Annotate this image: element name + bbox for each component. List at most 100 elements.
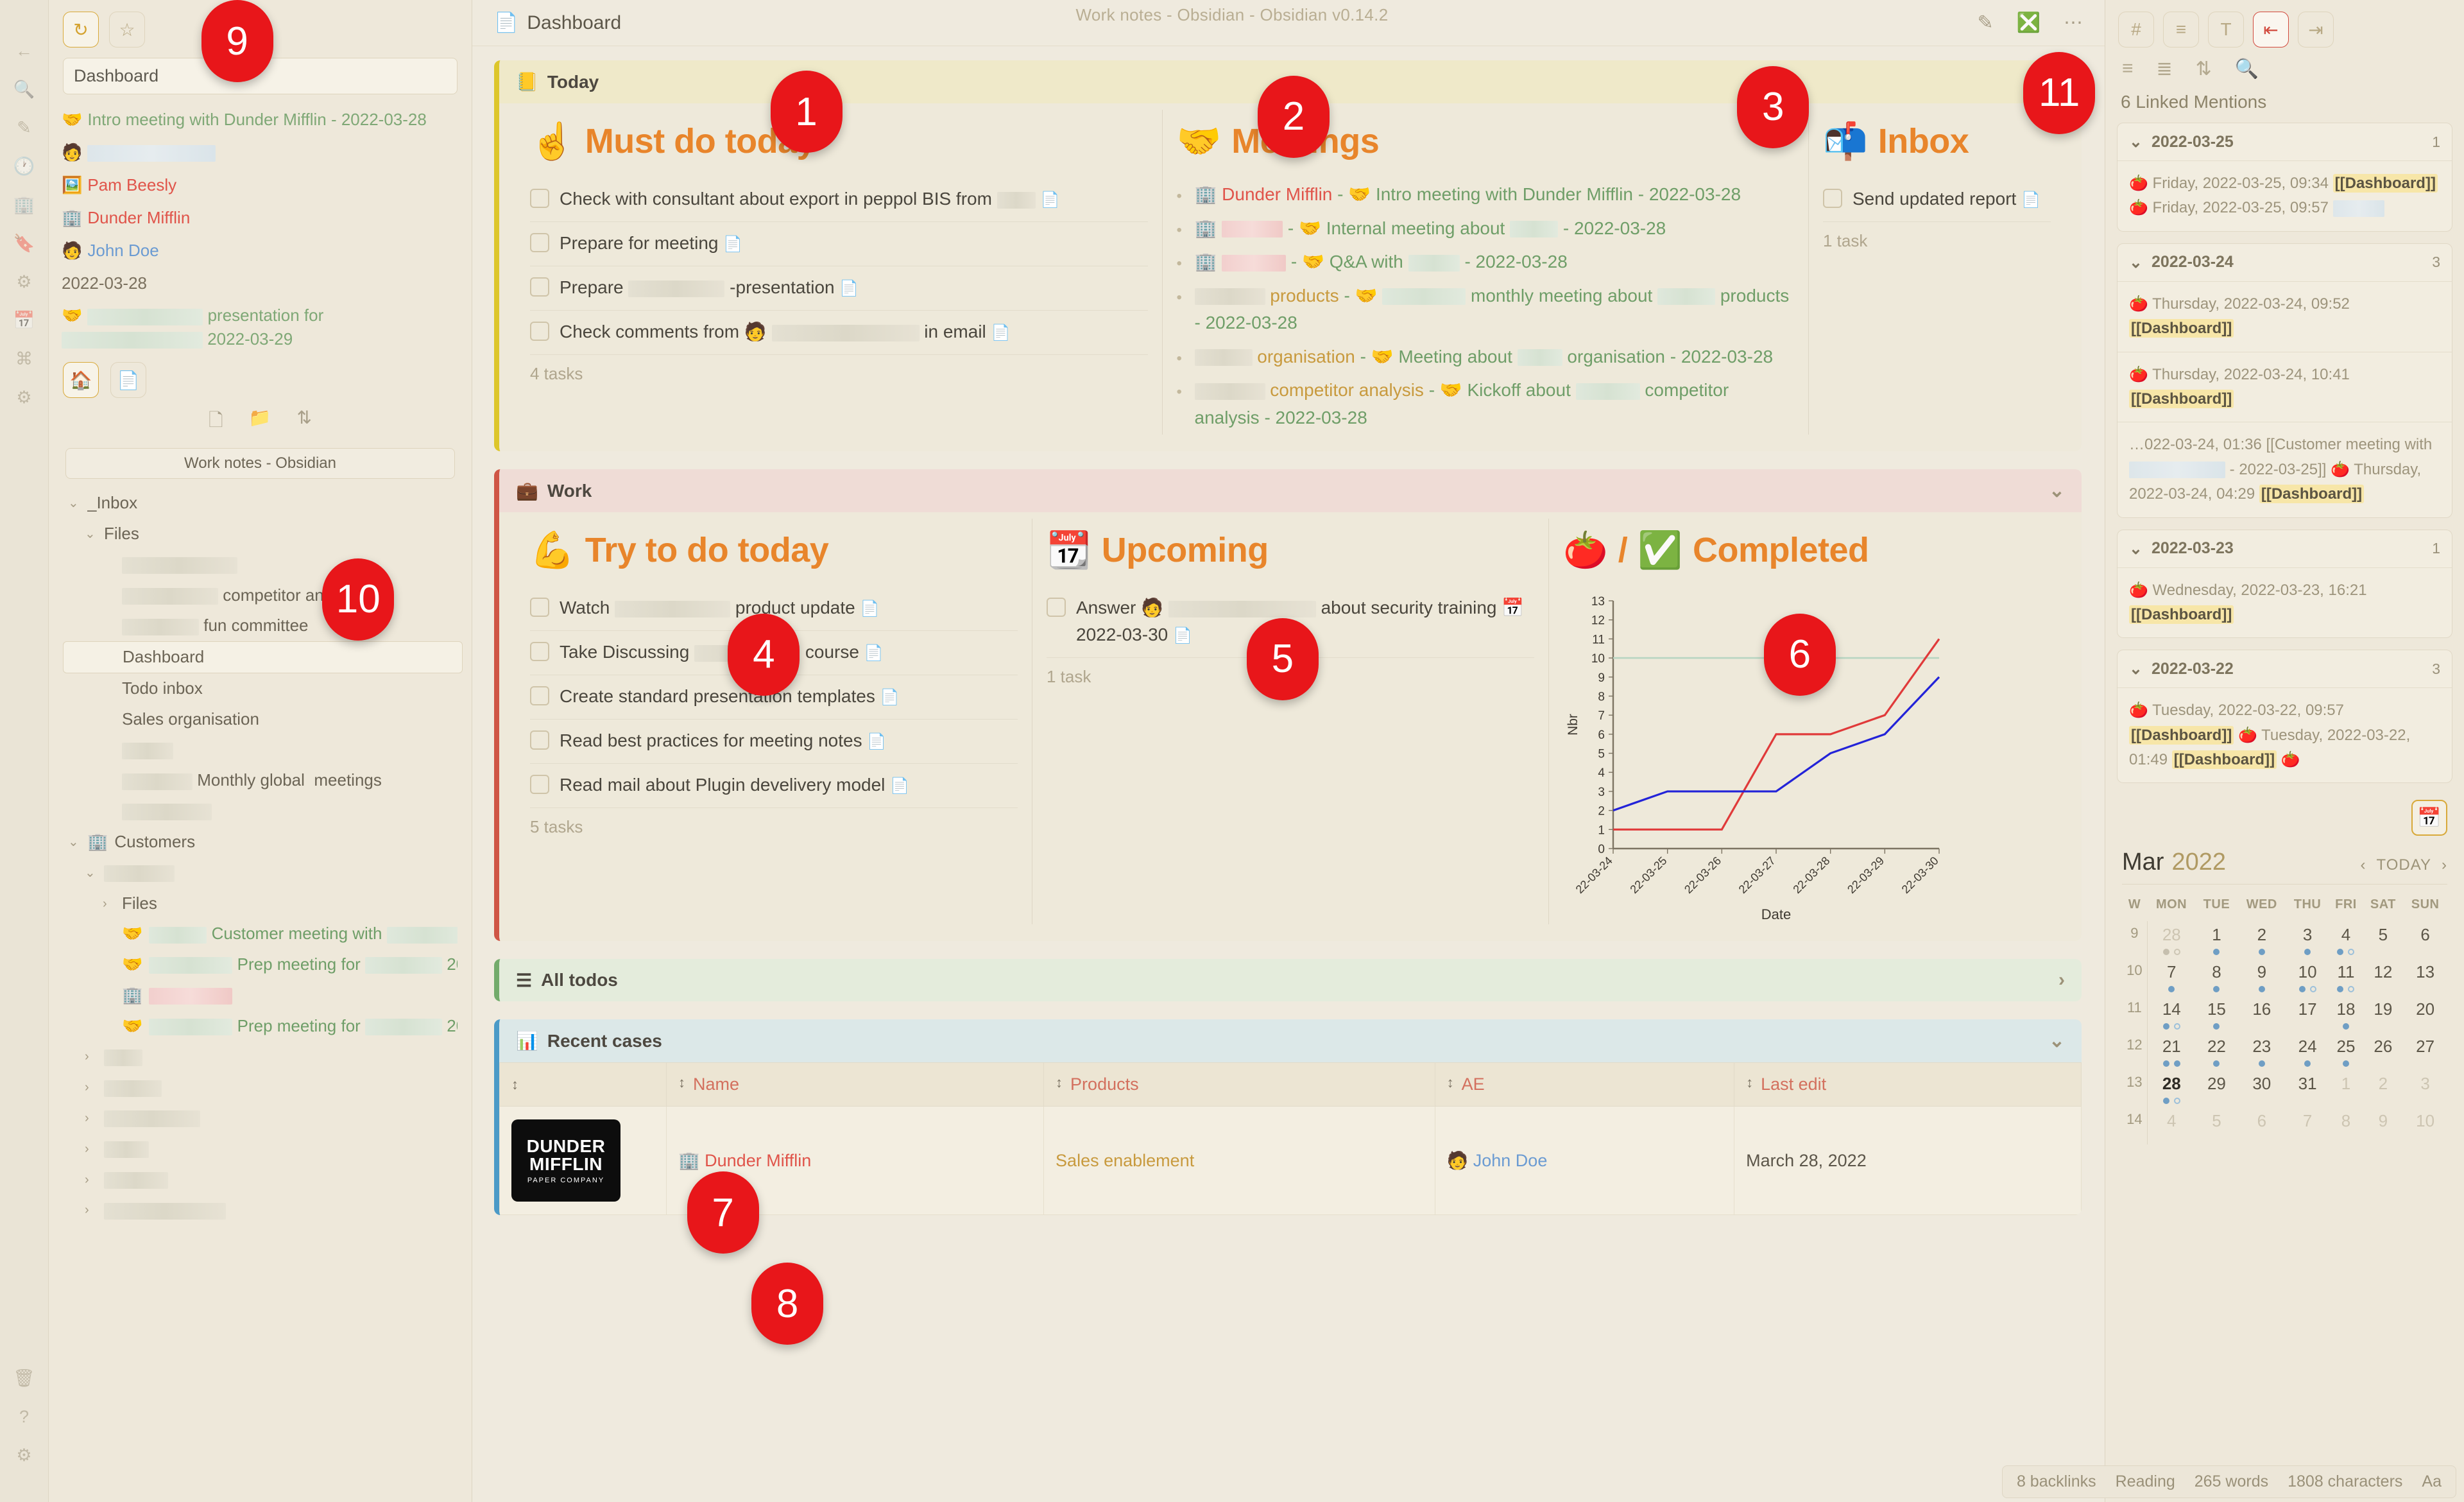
chevron-down-icon[interactable]: ⌄ bbox=[85, 865, 98, 881]
meeting-item[interactable]: • organisation - 🤝 Meeting about organis… bbox=[1177, 340, 1795, 374]
sort-icon[interactable]: ↕ bbox=[1447, 1075, 1454, 1091]
calendar-day[interactable]: 24 bbox=[2286, 1033, 2329, 1070]
new-note-icon[interactable]: 🗋 bbox=[209, 407, 223, 438]
calendar-day[interactable]: 5 bbox=[2196, 1107, 2237, 1144]
calendar-day[interactable]: 23 bbox=[2237, 1033, 2286, 1070]
meeting-link[interactable]: monthly meeting about bbox=[1471, 286, 1652, 306]
calendar-day[interactable]: 15 bbox=[2196, 996, 2237, 1033]
search-icon[interactable]: 🔍 bbox=[13, 78, 35, 100]
calendar-day[interactable]: 3 bbox=[2403, 1070, 2447, 1107]
chevron-down-icon[interactable]: ⌄ bbox=[2049, 1030, 2065, 1052]
chevron-down-icon[interactable]: ⌄ bbox=[85, 526, 98, 542]
task-checkbox[interactable] bbox=[530, 642, 549, 662]
mention-entry[interactable]: 🍅 Friday, 2022-03-25, 09:34 [[Dashboard]… bbox=[2118, 160, 2452, 231]
cell-ae[interactable]: 🧑 John Doe bbox=[1434, 1106, 1735, 1216]
file-tree-item[interactable]: Todo inbox bbox=[63, 673, 463, 704]
column-header[interactable]: ↕ Name bbox=[665, 1062, 1045, 1107]
trash-icon[interactable]: 🗑 bbox=[13, 1367, 35, 1389]
calendar-day[interactable]: 26 bbox=[2363, 1033, 2403, 1070]
chevron-right-icon[interactable]: › bbox=[85, 1171, 98, 1188]
calendar-day[interactable]: 12 bbox=[2363, 958, 2403, 996]
task-checkbox[interactable] bbox=[530, 730, 549, 750]
task-checkbox[interactable] bbox=[1823, 189, 1842, 208]
recent-file-item[interactable]: 🖼️ Pam Beesly bbox=[54, 169, 466, 202]
bookmark-icon[interactable]: 🔖 bbox=[13, 232, 35, 254]
column-header[interactable]: ↕ Last edit bbox=[1734, 1062, 2082, 1107]
sort-icon[interactable]: ↕ bbox=[511, 1076, 518, 1093]
prev-month-icon[interactable]: ‹ bbox=[2361, 856, 2366, 874]
list-icon[interactable]: ≡ bbox=[2122, 58, 2134, 80]
mention-entry[interactable]: 🍅 Thursday, 2022-03-24, 10:41 [[Dashboar… bbox=[2118, 351, 2452, 422]
file-tree-item[interactable]: › Files bbox=[63, 888, 463, 919]
file-tree-item[interactable]: 🏢 bbox=[63, 980, 463, 1011]
calendar-day[interactable]: 4 bbox=[2147, 1107, 2196, 1144]
file-tree-item[interactable]: › bbox=[63, 1134, 463, 1164]
file-tree-item[interactable]: ⌄ 🏢 Customers bbox=[63, 827, 463, 858]
meeting-link[interactable]: Q&A with bbox=[1330, 252, 1403, 272]
recent-cases-header[interactable]: 📊 Recent cases ⌄ bbox=[499, 1019, 2082, 1063]
sort-icon[interactable]: ↕ bbox=[678, 1075, 685, 1091]
recent-file-item[interactable]: 🧑 bbox=[54, 136, 466, 169]
file-tree-item[interactable] bbox=[63, 796, 463, 827]
file-tree-item[interactable]: competitor analysis bbox=[63, 580, 463, 611]
calendar-day[interactable]: 1 bbox=[2329, 1070, 2363, 1107]
week-number[interactable]: 13 bbox=[2122, 1070, 2148, 1108]
chevron-down-icon[interactable]: ⌄ bbox=[2129, 132, 2143, 151]
calendar-icon[interactable]: 📅 bbox=[2411, 800, 2447, 836]
mention-group-header[interactable]: ⌄ 2022-03-23 1 bbox=[2118, 530, 2452, 567]
recent-file-item[interactable]: 🤝 presentation for 2022-03-29 bbox=[54, 299, 466, 356]
file-tree-item[interactable] bbox=[63, 735, 463, 766]
mention-entry[interactable]: …022-03-24, 01:36 [[Customer meeting wit… bbox=[2118, 422, 2452, 517]
calendar-day[interactable]: 18 bbox=[2329, 996, 2363, 1033]
calendar-day[interactable]: 9 bbox=[2237, 958, 2286, 996]
chevron-right-icon[interactable]: › bbox=[2058, 969, 2065, 991]
calendar-day[interactable]: 28 bbox=[2147, 921, 2196, 958]
sort-icon[interactable]: ⇅ bbox=[296, 407, 311, 438]
search-icon[interactable]: 🔍 bbox=[2235, 58, 2259, 80]
calendar-day[interactable]: 19 bbox=[2363, 996, 2403, 1033]
chevron-right-icon[interactable]: › bbox=[85, 1110, 98, 1126]
task-item[interactable]: Prepare -presentation 📄 bbox=[530, 266, 1148, 311]
file-tree-item[interactable]: Sales organisation bbox=[63, 704, 463, 735]
file-tree-item[interactable]: › bbox=[63, 1103, 463, 1134]
task-checkbox[interactable] bbox=[530, 598, 549, 617]
calendar-day[interactable]: 8 bbox=[2329, 1107, 2363, 1144]
pencil-icon[interactable]: ✎ bbox=[13, 117, 35, 139]
calendar-day[interactable]: 22 bbox=[2196, 1033, 2237, 1070]
calendar-day[interactable]: 11 bbox=[2329, 958, 2363, 996]
clock-icon[interactable]: 🕐 bbox=[13, 155, 35, 177]
calendar-year[interactable]: 2022 bbox=[2171, 849, 2226, 876]
chevron-right-icon[interactable]: › bbox=[85, 1141, 98, 1157]
week-number[interactable]: 14 bbox=[2122, 1107, 2148, 1145]
calendar-day[interactable]: 7 bbox=[2147, 958, 2196, 996]
dashboard-link[interactable]: [[Dashboard]] bbox=[2129, 389, 2234, 408]
command-icon[interactable]: ⌘ bbox=[13, 348, 35, 370]
dashboard-link[interactable]: [[Dashboard]] bbox=[2171, 750, 2277, 770]
calendar-day[interactable]: 29 bbox=[2196, 1070, 2237, 1107]
ae-link[interactable]: John Doe bbox=[1473, 1151, 1548, 1170]
week-number[interactable]: 9 bbox=[2122, 921, 2148, 959]
task-checkbox[interactable] bbox=[530, 233, 549, 252]
note-link-icon[interactable]: 📄 bbox=[1173, 627, 1192, 644]
recent-file-item[interactable]: 🧑 John Doe bbox=[54, 234, 466, 267]
calendar-day[interactable]: 21 bbox=[2147, 1033, 2196, 1070]
next-month-icon[interactable]: › bbox=[2442, 856, 2447, 874]
task-checkbox[interactable] bbox=[1047, 598, 1066, 617]
file-tree-item[interactable]: 🤝 Customer meeting with - 2022-03-25 bbox=[63, 919, 463, 949]
calendar-day[interactable]: 31 bbox=[2286, 1070, 2329, 1107]
recent-file-item[interactable]: 2022-03-28 bbox=[54, 267, 466, 300]
task-checkbox[interactable] bbox=[530, 189, 549, 208]
calendar-day[interactable]: 2 bbox=[2363, 1070, 2403, 1107]
new-folder-icon[interactable]: 📁 bbox=[249, 407, 271, 438]
meeting-link[interactable]: Intro meeting with Dunder Mifflin - 2022… bbox=[1376, 184, 1741, 204]
dashboard-link[interactable]: [[Dashboard]] bbox=[2129, 605, 2234, 624]
mention-group-header[interactable]: ⌄ 2022-03-24 3 bbox=[2118, 244, 2452, 281]
org-link[interactable]: products bbox=[1270, 286, 1339, 306]
week-number[interactable]: 12 bbox=[2122, 1033, 2148, 1071]
calendar-day[interactable]: 10 bbox=[2403, 1107, 2447, 1144]
task-checkbox[interactable] bbox=[530, 277, 549, 297]
week-number[interactable]: 10 bbox=[2122, 958, 2148, 996]
chevron-right-icon[interactable]: › bbox=[85, 1202, 98, 1218]
file-tree-item[interactable]: ⌄ bbox=[63, 858, 463, 888]
note-link-icon[interactable]: 📄 bbox=[864, 644, 884, 662]
